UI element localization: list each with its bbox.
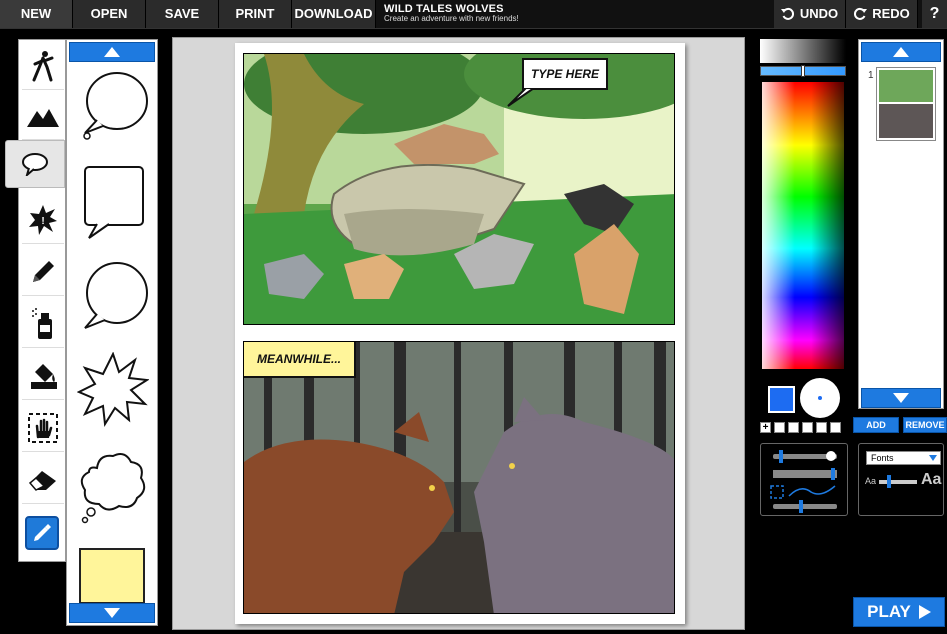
color-spectrum[interactable] bbox=[762, 82, 844, 369]
spray-can-tool[interactable] bbox=[22, 300, 64, 348]
stroke-settings bbox=[760, 443, 848, 516]
top-toolbar: NEW OPEN SAVE PRINT DOWNLOAD WILD TALES … bbox=[0, 0, 947, 29]
size-option-2[interactable] bbox=[788, 422, 799, 433]
chevron-down-icon bbox=[929, 455, 937, 461]
pages-scroll-up-button[interactable] bbox=[861, 42, 941, 62]
burst-bubble[interactable] bbox=[77, 352, 149, 432]
app-subtitle: Create an adventure with new friends! bbox=[384, 14, 519, 23]
arrow-up-icon bbox=[104, 47, 120, 57]
color-picker bbox=[760, 39, 848, 369]
arrow-down-icon bbox=[104, 608, 120, 618]
svg-text:!: ! bbox=[41, 216, 44, 227]
stroke-add-icon[interactable] bbox=[826, 451, 836, 461]
selected-color-swatch[interactable] bbox=[768, 386, 795, 413]
grayscale-bar[interactable] bbox=[760, 39, 846, 63]
size-option-5[interactable] bbox=[830, 422, 841, 433]
font-size-large-label: Aa bbox=[921, 471, 942, 488]
font-select-value: Fonts bbox=[871, 453, 894, 463]
brush-dot bbox=[818, 396, 822, 400]
remove-page-button[interactable]: REMOVE bbox=[903, 417, 947, 433]
caption-tail bbox=[507, 88, 536, 107]
add-page-button[interactable]: ADD bbox=[853, 417, 899, 433]
size-option-4[interactable] bbox=[816, 422, 827, 433]
comic-panel-2[interactable]: MEANWHILE... bbox=[243, 341, 675, 614]
play-icon bbox=[918, 605, 931, 619]
arrow-up-icon bbox=[893, 47, 909, 57]
size-option-1[interactable] bbox=[774, 422, 785, 433]
burst-tool[interactable]: ! bbox=[22, 196, 64, 244]
play-label: PLAY bbox=[867, 602, 911, 621]
pencil-icon bbox=[33, 260, 54, 282]
thought-bubble-round[interactable] bbox=[77, 68, 149, 148]
spray-can-icon bbox=[32, 307, 52, 339]
redo-label: REDO bbox=[872, 6, 910, 21]
forest-clearing-scene bbox=[244, 54, 674, 324]
font-size-handle[interactable] bbox=[887, 475, 891, 488]
app-title-block: WILD TALES WOLVES Create an adventure wi… bbox=[384, 3, 519, 23]
color-slider[interactable] bbox=[760, 65, 846, 77]
caption-text-1[interactable]: TYPE HERE bbox=[531, 67, 599, 81]
font-size-slider[interactable] bbox=[879, 480, 917, 484]
caption-text-2[interactable]: MEANWHILE... bbox=[257, 352, 341, 366]
oval-speech-bubble[interactable] bbox=[77, 258, 149, 338]
speech-bubble-icon bbox=[22, 153, 48, 176]
brush-size-preview bbox=[800, 378, 840, 418]
play-button[interactable]: PLAY bbox=[853, 597, 945, 627]
add-size-button[interactable]: + bbox=[760, 422, 771, 433]
opacity-handle[interactable] bbox=[831, 468, 835, 480]
cloud-thought-bubble[interactable] bbox=[77, 448, 149, 528]
download-button[interactable]: DOWNLOAD bbox=[292, 0, 376, 28]
font-select[interactable]: Fonts bbox=[866, 451, 941, 465]
arrow-down-icon bbox=[893, 393, 909, 403]
paint-bucket-tool[interactable] bbox=[22, 352, 64, 400]
redo-icon bbox=[854, 7, 868, 20]
redo-button[interactable]: REDO bbox=[846, 0, 918, 28]
comic-page[interactable]: TYPE HERE MEANWHILE... bbox=[235, 43, 685, 624]
pencil-tool[interactable] bbox=[22, 248, 64, 296]
pages-scroll-down-button[interactable] bbox=[861, 388, 941, 408]
save-button[interactable]: SAVE bbox=[146, 0, 219, 28]
character-icon bbox=[32, 50, 54, 81]
rectangle-bubble[interactable] bbox=[77, 162, 149, 242]
stroke-size-handle[interactable] bbox=[779, 450, 783, 463]
scenery-icon bbox=[27, 108, 59, 127]
eraser-tool[interactable] bbox=[22, 456, 64, 504]
smoothing-handle[interactable] bbox=[799, 500, 803, 513]
open-button[interactable]: OPEN bbox=[73, 0, 146, 28]
page-thumbnail-1[interactable] bbox=[877, 68, 935, 140]
yellow-caption-box[interactable] bbox=[79, 548, 145, 604]
eraser-icon bbox=[28, 470, 56, 491]
pages-panel: 1 bbox=[858, 39, 944, 409]
narration-caption-meanwhile[interactable]: MEANWHILE... bbox=[244, 342, 356, 378]
paint-bucket-icon bbox=[31, 363, 57, 389]
hand-select-tool[interactable] bbox=[22, 404, 64, 452]
undo-icon bbox=[780, 7, 794, 20]
bubble-scroll-down-button[interactable] bbox=[69, 603, 155, 623]
scenery-tool[interactable] bbox=[22, 92, 64, 140]
size-option-3[interactable] bbox=[802, 422, 813, 433]
speech-caption-type-here[interactable]: TYPE HERE bbox=[522, 58, 608, 90]
hand-select-icon bbox=[28, 412, 58, 443]
curve-icon bbox=[788, 485, 836, 497]
help-button[interactable]: ? bbox=[922, 0, 947, 28]
eyedropper-icon bbox=[34, 524, 51, 541]
font-size-small-label: Aa bbox=[865, 476, 877, 486]
comic-panel-1[interactable]: TYPE HERE bbox=[243, 53, 675, 325]
color-slider-handle[interactable] bbox=[801, 65, 805, 77]
dark-forest-scene bbox=[244, 342, 674, 613]
character-tool[interactable] bbox=[22, 42, 64, 90]
font-settings: Fonts Aa Aa bbox=[858, 443, 944, 516]
page-number: 1 bbox=[868, 70, 874, 81]
new-button[interactable]: NEW bbox=[0, 0, 73, 28]
tool-rail: ! bbox=[5, 39, 66, 562]
speech-bubble-tool[interactable] bbox=[5, 140, 65, 188]
brush-size-options: + bbox=[760, 422, 841, 433]
burst-icon: ! bbox=[29, 204, 57, 235]
eyedropper-tool[interactable] bbox=[25, 516, 59, 550]
bubble-library bbox=[66, 39, 158, 626]
print-button[interactable]: PRINT bbox=[219, 0, 292, 28]
undo-button[interactable]: UNDO bbox=[774, 0, 846, 28]
bubble-scroll-up-button[interactable] bbox=[69, 42, 155, 62]
undo-label: UNDO bbox=[799, 6, 839, 21]
